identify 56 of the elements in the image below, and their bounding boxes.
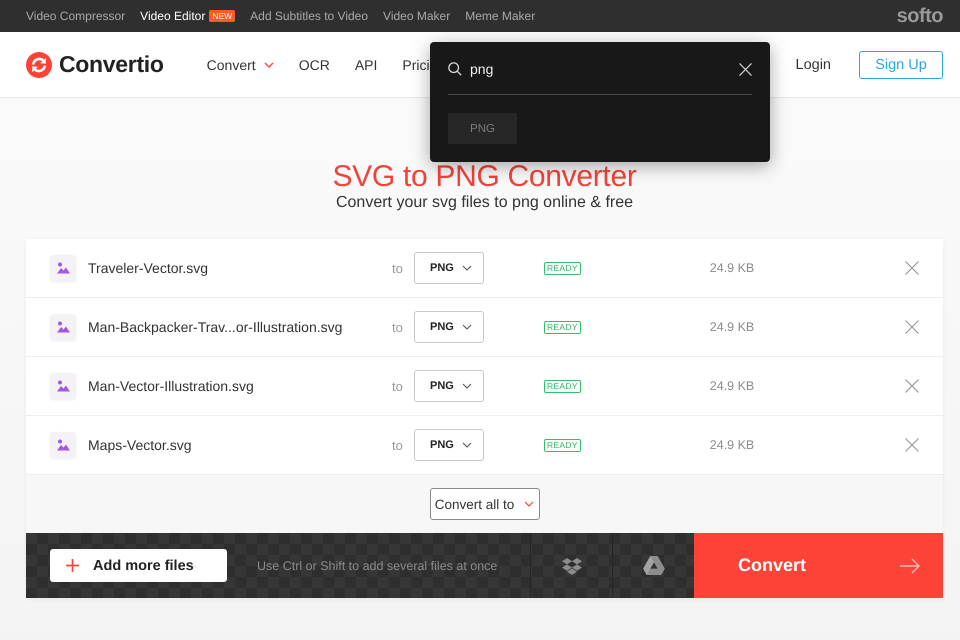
format-select[interactable]: PNG <box>414 311 484 343</box>
page-subtitle: Convert your svg files to png online & free <box>334 193 634 213</box>
arrow-right-icon <box>900 558 920 574</box>
file-size: 24.9 KB <box>710 379 754 393</box>
nav-link[interactable]: Prici <box>402 56 430 72</box>
nav-link[interactable]: OCR <box>298 56 330 72</box>
close-icon[interactable] <box>739 62 752 76</box>
caret-icon[interactable] <box>264 62 274 68</box>
image-file-icon <box>50 432 76 458</box>
new-badge: NEW <box>209 10 236 22</box>
top-bar-link[interactable]: Video Maker <box>383 9 450 23</box>
convert-all-dropdown[interactable]: Convert all to <box>430 488 540 520</box>
plus-icon <box>66 559 79 572</box>
file-name: Traveler-Vector.svg <box>88 260 210 276</box>
file-size: 24.9 KB <box>710 438 754 452</box>
file-size: 24.9 KB <box>710 320 754 334</box>
top-bar-link[interactable]: Meme Maker <box>465 9 536 23</box>
nav-link[interactable]: Convert <box>206 56 256 72</box>
diamonds-icon[interactable] <box>562 556 582 574</box>
to-label: to <box>392 320 404 334</box>
login-link[interactable]: Login <box>796 56 831 72</box>
circular-arrows-logo-icon[interactable] <box>26 52 52 78</box>
top-bar-link[interactable]: Add Subtitles to Video <box>250 9 368 23</box>
chevron-down-icon <box>462 265 472 271</box>
image-file-icon <box>50 314 76 340</box>
brand-logo[interactable]: softo <box>896 4 943 28</box>
search-field[interactable]: png <box>470 58 731 80</box>
status-badge: READY <box>544 262 581 274</box>
chevron-down-icon <box>462 324 472 330</box>
file-size: 24.9 KB <box>710 261 754 275</box>
to-label: to <box>392 260 404 276</box>
search-icon <box>448 62 462 76</box>
format-select[interactable]: PNG <box>414 370 484 402</box>
top-bar-link[interactable]: Video Editor <box>140 9 206 23</box>
format-select[interactable]: PNG <box>414 429 484 461</box>
file-name: Man-Backpacker-Trav...or-Illustration.svg <box>88 319 344 335</box>
add-files-button[interactable]: Add more files <box>50 549 227 582</box>
to-label: to <box>392 378 404 394</box>
status-badge: READY <box>544 438 581 452</box>
status-badge: READY <box>544 320 581 334</box>
page-title: SVG to PNG Converter <box>331 163 638 191</box>
status-badge: READY <box>544 380 581 392</box>
image-file-icon <box>50 255 76 281</box>
logo-text[interactable]: Convertio <box>59 51 164 78</box>
nav-link[interactable]: API <box>354 56 378 72</box>
image-file-icon <box>50 373 76 399</box>
chevron-down-icon <box>462 383 472 389</box>
top-bar-link[interactable]: Video Compressor <box>26 9 126 23</box>
triangle-icon[interactable] <box>642 556 664 575</box>
to-label: to <box>392 438 404 452</box>
chevron-down-icon <box>524 501 534 507</box>
file-name: Man-Vector-Illustration.svg <box>88 378 255 394</box>
hint-text: Use Ctrl or Shift to add several files at once <box>257 558 498 572</box>
file-name: Maps-Vector.svg <box>88 437 192 453</box>
format-select[interactable]: PNG <box>414 252 484 284</box>
chevron-down-icon <box>462 442 472 448</box>
